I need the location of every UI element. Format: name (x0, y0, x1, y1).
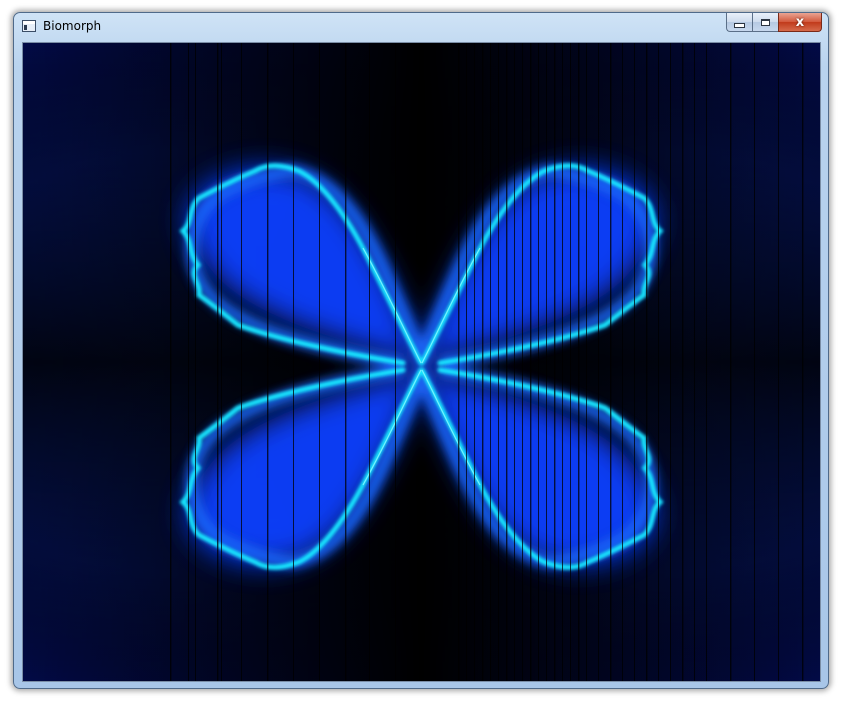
window-title: Biomorph (43, 19, 102, 33)
close-button[interactable]: x (778, 13, 822, 32)
minimize-button[interactable] (726, 13, 752, 32)
stripe-line (319, 43, 320, 681)
stripe-line (778, 43, 779, 681)
stripe-line (554, 43, 556, 681)
caption-buttons: x (726, 13, 822, 33)
stripe-line (195, 43, 196, 681)
maximize-button[interactable] (752, 13, 778, 32)
stripe-line (530, 43, 532, 681)
stripe-line (578, 43, 580, 681)
stripe-line (646, 43, 648, 681)
stripe-line (267, 43, 269, 681)
stripe-line (586, 43, 587, 681)
stripe-line (610, 43, 612, 681)
stripe-line (506, 43, 508, 681)
stripe-line (221, 43, 222, 681)
stripe-line (730, 43, 732, 681)
application-window-icon[interactable] (22, 20, 36, 32)
stripe-line (217, 43, 219, 681)
stripe-line (634, 43, 635, 681)
title-bar[interactable]: Biomorph x (14, 13, 828, 42)
stripe-line (241, 43, 242, 681)
stripe-line (482, 43, 484, 681)
stripe-line (188, 43, 189, 681)
stripe-line (706, 43, 707, 681)
stripe-line (570, 43, 571, 681)
stripe-line (395, 43, 396, 681)
stripe-line (293, 43, 294, 681)
stripe-line (598, 43, 599, 681)
stripe-line (466, 43, 467, 681)
stripe-line (546, 43, 547, 681)
stripe-line (538, 43, 539, 681)
stripe-line (802, 43, 804, 681)
stripe-line (754, 43, 755, 681)
stripe-line (514, 43, 515, 681)
stripe-line (369, 43, 370, 681)
stripe-line (562, 43, 563, 681)
stripe-line (658, 43, 659, 681)
app-window: Biomorph x (13, 12, 829, 689)
stripe-line (670, 43, 671, 681)
close-icon: x (795, 14, 805, 30)
stripe-line (474, 43, 475, 681)
render-area[interactable] (22, 42, 821, 682)
stripe-line (498, 43, 499, 681)
biomorph-canvas (23, 43, 820, 681)
stripe-line (682, 43, 684, 681)
stripe-line (622, 43, 623, 681)
stripe-line (694, 43, 695, 681)
stripe-line (490, 43, 491, 681)
stripe-line (458, 43, 460, 681)
maximize-icon (761, 18, 770, 26)
stripe-line (522, 43, 523, 681)
minimize-icon (734, 22, 745, 28)
stripe-line (170, 43, 172, 681)
stripe-line (345, 43, 347, 681)
